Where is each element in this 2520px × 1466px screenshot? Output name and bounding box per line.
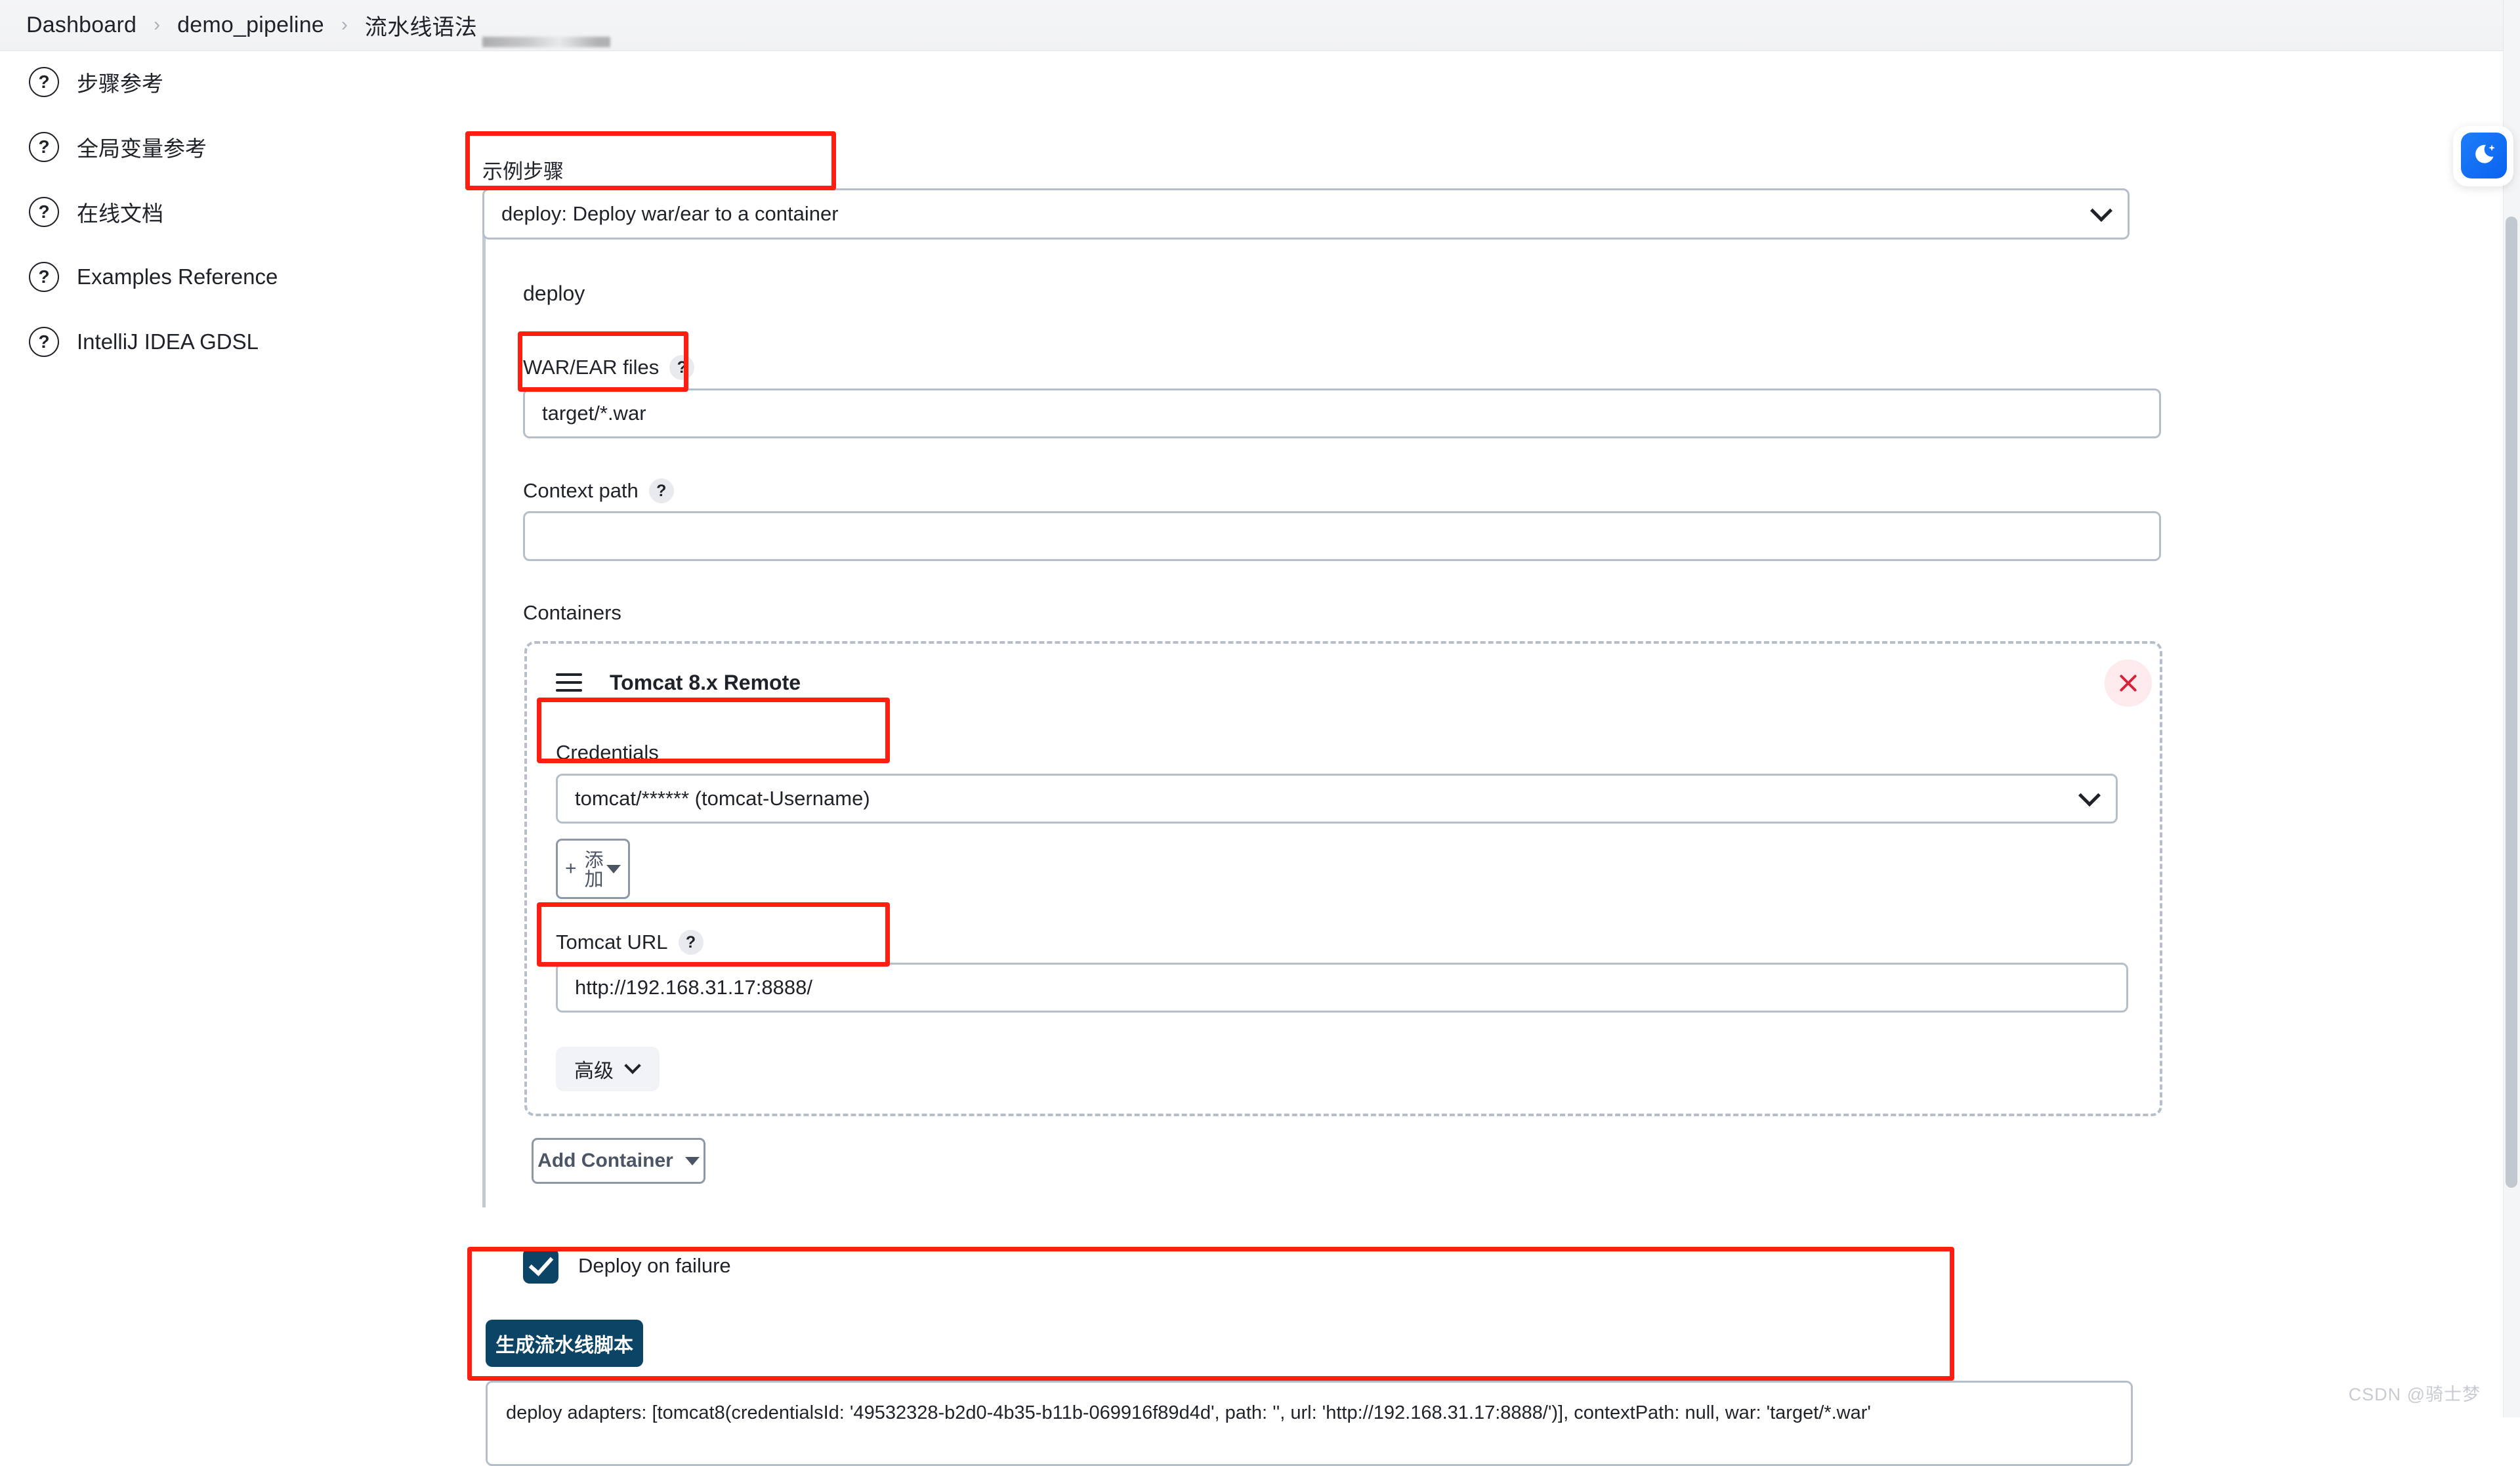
check-icon (529, 1251, 554, 1276)
breadcrumb-item-pipeline[interactable]: demo_pipeline (177, 12, 324, 38)
sidebar-item-online-docs[interactable]: ? 在线文档 (29, 194, 163, 230)
chevron-down-icon (2090, 199, 2112, 222)
war-files-label-row: WAR/EAR files ? (523, 355, 694, 380)
sidebar-item-label: 步骤参考 (77, 66, 163, 98)
breadcrumb-separator-icon: › (341, 15, 348, 36)
add-credentials-button[interactable]: + 添加 (556, 839, 630, 899)
credentials-value: tomcat/****** (tomcat-Username) (575, 787, 870, 810)
caret-down-icon (685, 1157, 700, 1165)
chevron-down-icon (624, 1057, 640, 1074)
sidebar-item-examples-reference[interactable]: ? Examples Reference (29, 259, 278, 295)
deploy-on-failure-label: Deploy on failure (578, 1254, 731, 1278)
advanced-toggle-button[interactable]: 高级 (556, 1047, 660, 1091)
sidebar-item-label: 在线文档 (77, 196, 163, 228)
container-card-header: Tomcat 8.x Remote (556, 668, 801, 697)
moon-sparkle-icon[interactable] (2461, 133, 2507, 178)
generate-pipeline-script-button[interactable]: 生成流水线脚本 (486, 1320, 643, 1367)
sidebar-item-label: IntelliJ IDEA GDSL (77, 329, 259, 354)
add-credentials-label: 添加 (581, 850, 601, 888)
sample-step-value: deploy: Deploy war/ear to a container (501, 202, 839, 226)
advanced-label: 高级 (574, 1055, 614, 1083)
breadcrumb: Dashboard › demo_pipeline › 流水线语法 (0, 0, 2520, 51)
containers-panel: Tomcat 8.x Remote Credentials tomcat/***… (524, 641, 2162, 1116)
war-files-input[interactable]: target/*.war (523, 388, 2161, 438)
sidebar-item-step-reference[interactable]: ? 步骤参考 (29, 64, 163, 100)
help-icon[interactable]: ? (669, 355, 694, 380)
war-files-value: target/*.war (542, 402, 646, 425)
context-path-label: Context path (523, 479, 639, 503)
deploy-on-failure-row[interactable]: Deploy on failure (523, 1248, 731, 1284)
help-circle-icon: ? (29, 67, 59, 97)
credentials-label: Credentials (556, 741, 659, 764)
help-circle-icon: ? (29, 327, 59, 357)
generate-pipeline-script-label: 生成流水线脚本 (495, 1329, 633, 1358)
caret-down-icon (606, 865, 621, 873)
form-left-rule (482, 210, 486, 1207)
step-name-heading: deploy (523, 282, 585, 306)
help-circle-icon: ? (29, 262, 59, 292)
help-icon[interactable]: ? (679, 930, 704, 955)
tomcat-url-label: Tomcat URL (556, 931, 668, 954)
breadcrumb-item-dashboard[interactable]: Dashboard (26, 12, 136, 38)
breadcrumb-item-syntax: 流水线语法 (365, 9, 477, 41)
chevron-down-icon (2078, 784, 2101, 806)
vertical-scrollbar-thumb[interactable] (2506, 217, 2517, 1188)
tomcat-url-value: http://192.168.31.17:8888/ (575, 976, 812, 999)
war-files-label: WAR/EAR files (523, 356, 659, 379)
scrolled-content-sliver (482, 37, 610, 47)
generated-script-output[interactable]: deploy adapters: [tomcat8(credentialsId:… (486, 1381, 2133, 1466)
sidebar-item-label: Examples Reference (77, 264, 278, 289)
deploy-on-failure-checkbox[interactable] (523, 1248, 558, 1284)
sidebar-item-intellij-idea-gdsl[interactable]: ? IntelliJ IDEA GDSL (29, 324, 259, 360)
close-icon[interactable] (2105, 660, 2152, 707)
context-path-label-row: Context path ? (523, 478, 674, 503)
help-circle-icon: ? (29, 132, 59, 162)
help-circle-icon: ? (29, 197, 59, 227)
watermark: CSDN @骑士梦 (2349, 1380, 2481, 1406)
add-container-button[interactable]: Add Container (532, 1138, 705, 1184)
context-path-input[interactable] (523, 511, 2161, 561)
generated-script-text: deploy adapters: [tomcat8(credentialsId:… (506, 1402, 1871, 1423)
container-title: Tomcat 8.x Remote (610, 671, 801, 695)
tomcat-url-label-row: Tomcat URL ? (556, 930, 704, 955)
hamburger-icon[interactable] (556, 668, 582, 697)
credentials-select[interactable]: tomcat/****** (tomcat-Username) (556, 774, 2118, 824)
sample-step-select[interactable]: deploy: Deploy war/ear to a container (482, 188, 2130, 240)
help-icon[interactable]: ? (649, 478, 674, 503)
tomcat-url-input[interactable]: http://192.168.31.17:8888/ (556, 963, 2128, 1013)
plus-icon: + (565, 858, 577, 880)
sample-step-label: 示例步骤 (482, 155, 564, 184)
sidebar-item-global-variable-reference[interactable]: ? 全局变量参考 (29, 129, 207, 165)
containers-label: Containers (523, 601, 621, 625)
add-container-label: Add Container (537, 1150, 673, 1172)
sidebar: ? 步骤参考 ? 全局变量参考 ? 在线文档 ? Examples Refere… (0, 52, 482, 1417)
sidebar-item-label: 全局变量参考 (77, 131, 207, 163)
breadcrumb-separator-icon: › (154, 15, 160, 36)
